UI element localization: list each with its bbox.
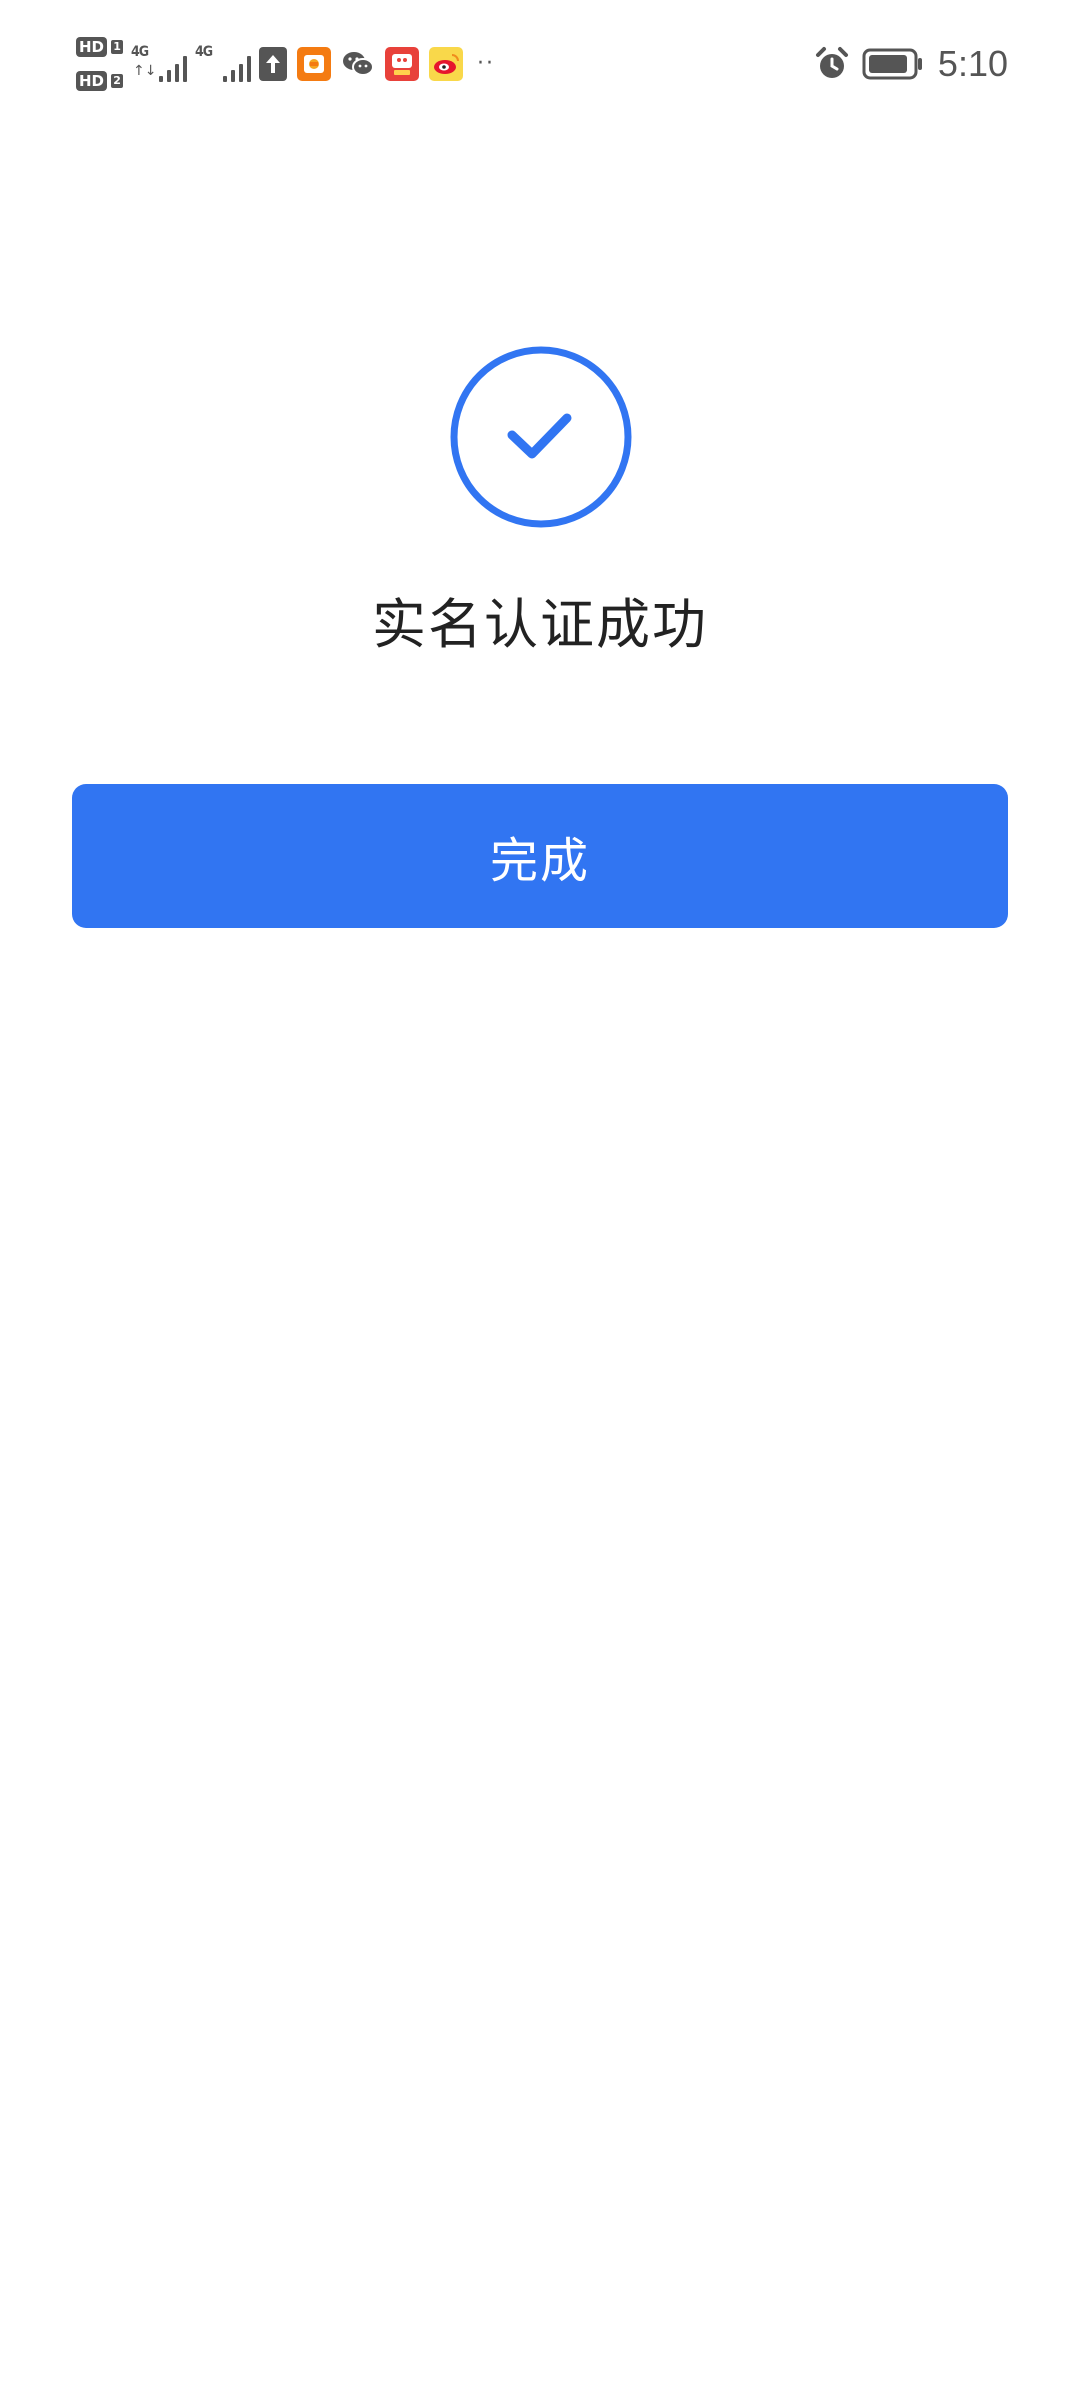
network-type-1: 4G — [131, 44, 149, 60]
clock-time: 5:10 — [937, 43, 1008, 84]
done-button[interactable]: 完成 — [72, 784, 1008, 928]
status-bar-left: HD 1 HD 2 4G ↑↓ 4G ·· — [76, 34, 495, 94]
signal-bars-icon — [159, 56, 188, 82]
hd-badge-2: HD — [76, 71, 108, 91]
hd-badge-1: HD — [76, 37, 108, 57]
wechat-icon — [341, 47, 375, 81]
app-icon-orange — [297, 47, 332, 81]
status-bar-right: 5:10 — [814, 38, 1008, 90]
weibo-icon — [429, 47, 464, 81]
app-icon-red — [385, 47, 420, 81]
sim-2-number: 2 — [111, 74, 124, 88]
data-activity-arrows: ↑↓ — [133, 63, 157, 79]
network-type-2: 4G — [195, 44, 213, 60]
signal-sim-1: 4G ↑↓ — [131, 34, 188, 94]
sim-indicators: HD 1 HD 2 — [76, 35, 124, 93]
sim-1-number: 1 — [111, 40, 124, 54]
signal-sim-2: 4G — [195, 34, 252, 94]
upload-icon — [259, 47, 288, 81]
status-bar: HD 1 HD 2 4G ↑↓ 4G ·· 5:10 — [0, 0, 1080, 130]
battery-icon — [862, 48, 924, 80]
check-circle-icon — [450, 346, 632, 528]
more-notifications-indicator: ·· — [477, 51, 496, 76]
alarm-icon — [814, 46, 850, 82]
verification-success-title: 实名认证成功 — [372, 593, 708, 656]
signal-bars-icon — [223, 56, 252, 82]
